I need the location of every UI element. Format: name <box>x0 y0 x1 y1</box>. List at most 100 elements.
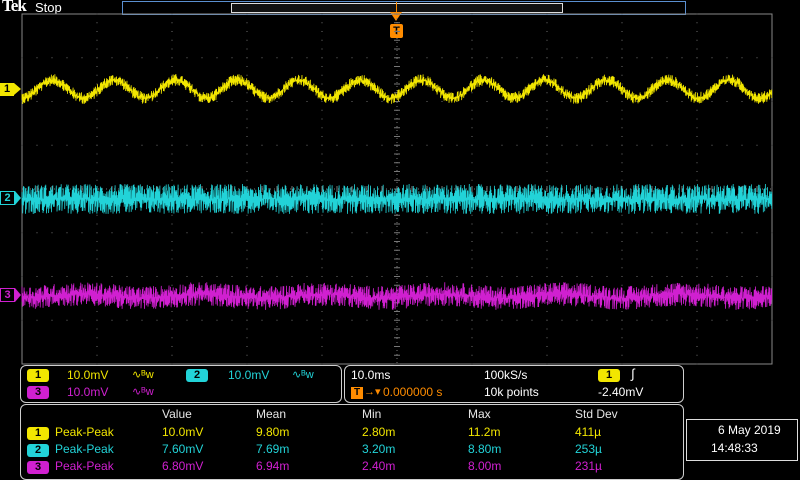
ac-bandwidth-icon: ∿ᴮw <box>132 369 154 381</box>
grid-dot <box>426 232 428 234</box>
grid-dot <box>276 101 278 102</box>
grid-dot <box>171 57 173 59</box>
grid-dot <box>36 57 38 59</box>
grid-dot <box>96 346 98 347</box>
measurement-row-1-type[interactable]: Peak-Peak <box>55 425 114 439</box>
grid-dot <box>126 57 128 59</box>
grid-dot <box>621 241 623 242</box>
grid-dot <box>606 319 608 321</box>
grid-dot <box>96 109 98 111</box>
grid-dot <box>756 144 758 146</box>
trigger-position-value[interactable]: 0.000000 s <box>383 385 442 399</box>
channel-1-marker[interactable]: 1 <box>0 83 14 96</box>
measurement-row-1-channel[interactable]: 1 <box>27 427 49 440</box>
grid-dot <box>186 101 188 102</box>
grid-dot <box>201 319 203 321</box>
grid-dot <box>246 57 248 59</box>
grid-dot <box>171 92 173 94</box>
grid-dot <box>66 232 68 234</box>
grid-dot <box>471 39 473 41</box>
grid-dot <box>651 144 653 146</box>
measurement-row-3-type[interactable]: Peak-Peak <box>55 459 114 473</box>
channel-2-marker[interactable]: 2 <box>0 191 15 205</box>
grid-dot <box>771 319 773 321</box>
grid-dot <box>126 276 128 277</box>
grid-dot <box>471 232 473 234</box>
grid-dot <box>741 57 743 59</box>
channel-3-marker-tip <box>15 288 21 302</box>
grid-dot <box>471 127 473 129</box>
trigger-level[interactable]: -2.40mV <box>598 385 643 399</box>
grid-dot <box>246 118 248 120</box>
channel-1-scale[interactable]: 10.0mV <box>67 368 108 382</box>
grid-dot <box>591 232 593 234</box>
grid-dot <box>171 74 173 76</box>
grid-dot <box>471 66 473 67</box>
grid-dot <box>696 258 698 260</box>
grid-dot <box>246 337 248 339</box>
grid-dot <box>21 144 23 146</box>
grid-dot <box>411 276 413 277</box>
grid-dot <box>171 136 173 137</box>
measurement-row-3-min: 2.40m <box>362 459 396 473</box>
grid-dot <box>621 39 623 41</box>
grid-dot <box>756 232 758 234</box>
grid-dot <box>696 83 698 85</box>
grid-dot <box>36 319 38 321</box>
measurement-row-3-channel[interactable]: 3 <box>27 461 49 474</box>
grid-dot <box>741 319 743 321</box>
grid-dot <box>96 267 98 269</box>
grid-dot <box>201 57 203 59</box>
grid-dot <box>711 57 713 59</box>
grid-dot <box>96 249 98 251</box>
horizontal-scale[interactable]: 10.0ms <box>351 368 390 382</box>
grid-dot <box>246 206 248 207</box>
channel-2-scale[interactable]: 10.0mV <box>228 368 269 382</box>
grid-dot <box>696 162 698 164</box>
grid-dot <box>576 319 578 321</box>
channel-3-marker[interactable]: 3 <box>0 288 15 302</box>
grid-dot <box>621 127 623 129</box>
grid-dot <box>471 276 473 277</box>
channel-1-settings-badge[interactable]: 1 <box>27 369 49 382</box>
grid-dot <box>666 276 668 277</box>
measurement-row-1-max: 11.2m <box>468 425 501 439</box>
grid-dot <box>771 276 773 277</box>
grid-dot <box>231 57 233 59</box>
grid-dot <box>621 57 623 59</box>
trigger-source-badge[interactable]: 1 <box>598 369 620 382</box>
grid-dot <box>321 223 323 225</box>
grid-dot <box>696 267 698 269</box>
grid-dot <box>96 162 98 164</box>
grid-dot <box>156 232 158 234</box>
grid-dot <box>156 57 158 59</box>
grid-dot <box>696 22 698 24</box>
grid-dot <box>381 101 383 102</box>
grid-dot <box>66 101 68 102</box>
channel-3-settings-badge[interactable]: 3 <box>27 386 49 399</box>
grid-dot <box>561 101 563 102</box>
grid-dot <box>426 319 428 321</box>
grid-dot <box>546 31 548 32</box>
grid-dot <box>636 57 638 59</box>
grid-dot <box>516 57 518 59</box>
measurement-row-2-channel[interactable]: 2 <box>27 444 49 457</box>
grid-dot <box>351 101 353 102</box>
grid-dot <box>246 276 248 277</box>
grid-dot <box>171 171 173 172</box>
grid-dot <box>621 136 623 137</box>
grid-dot <box>501 319 503 321</box>
grid-dot <box>366 276 368 277</box>
grid-dot <box>321 328 323 330</box>
grid-dot <box>96 101 98 102</box>
grid-dot <box>186 144 188 146</box>
grid-dot <box>621 31 623 32</box>
channel-2-settings-badge[interactable]: 2 <box>186 369 208 382</box>
grid-dot <box>696 118 698 120</box>
grid-dot <box>711 276 713 277</box>
channel-3-scale[interactable]: 10.0mV <box>67 385 108 399</box>
grid-dot <box>321 66 323 67</box>
measurement-row-2-type[interactable]: Peak-Peak <box>55 442 114 456</box>
grid-dot <box>321 101 323 102</box>
grid-dot <box>276 144 278 146</box>
